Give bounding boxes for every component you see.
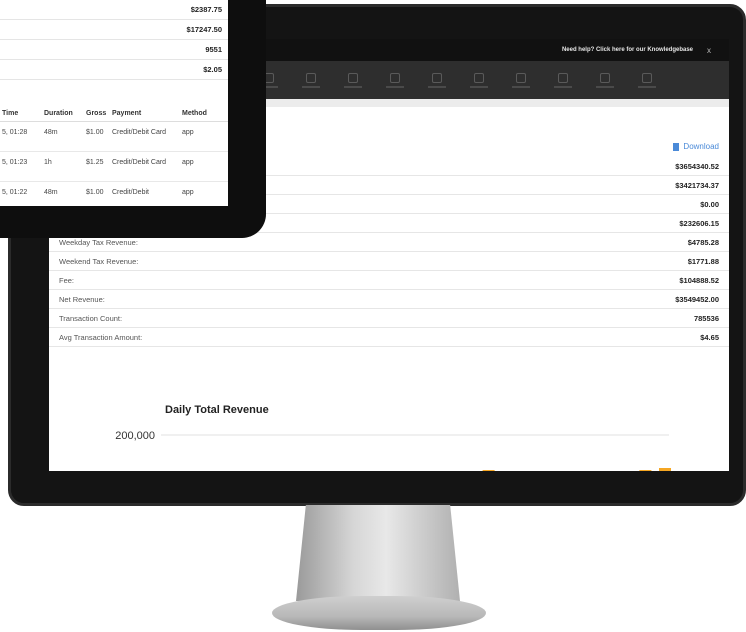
table-cell: Credit/Debit Card <box>112 129 167 136</box>
table-cell: Credit/Debit Card <box>112 159 167 166</box>
table-cell: $1.00 <box>86 129 104 136</box>
y-tick-label: 200,000 <box>115 430 155 442</box>
summary-value: $3421734.37 <box>675 180 719 190</box>
summary-row: Weekend Tax Revenue: $1771.88 <box>49 252 729 271</box>
table-cell: app <box>182 159 194 166</box>
tablet-summary-values: $2387.75 $17247.50 9551 $2.05 <box>0 0 228 80</box>
summary-label: Weekday Tax Revenue: <box>59 237 138 247</box>
toolbar-button-10[interactable] <box>637 68 657 92</box>
summary-value: $3654340.52 <box>675 161 719 171</box>
tablet-device: $2387.75 $17247.50 9551 $2.05 Time Duration G… <box>0 0 266 238</box>
summary-row: Net Revenue: $3549452.00 <box>49 290 729 309</box>
toolbar-icon <box>642 72 652 83</box>
toolbar-button-5[interactable] <box>427 68 447 92</box>
toolbar-icon <box>516 72 526 83</box>
summary-value: $4.65 <box>700 332 719 342</box>
chart-title: Daily Total Revenue <box>165 404 269 416</box>
table-cell: app <box>182 189 194 196</box>
table-cell: $1.00 <box>86 189 104 196</box>
monitor-stand-neck <box>296 505 460 601</box>
column-header[interactable]: Duration <box>44 109 86 118</box>
transactions-table: 5, 01:28 48m $1.00 Credit/Debit Card app 5, 0… <box>0 122 228 206</box>
summary-value: $0.00 <box>700 199 719 209</box>
summary-label: Transaction Count: <box>59 313 123 323</box>
summary-row: Avg Transaction Amount: $4.65 <box>49 328 729 347</box>
table-cell: app <box>182 129 194 136</box>
toolbar-icon <box>474 72 484 83</box>
toolbar-button-7[interactable] <box>511 68 531 92</box>
toolbar-icon <box>306 72 316 83</box>
chart-svg: Daily Total Revenue200,000150,000 <box>115 404 671 471</box>
summary-value: 785536 <box>693 313 719 323</box>
chart-bar[interactable] <box>639 470 652 471</box>
table-row[interactable]: 5, 01:22 48m $1.00 Credit/Debit app <box>0 182 228 206</box>
summary-value: $232606.15 <box>679 218 719 228</box>
table-cell: 5, 01:28 <box>2 129 28 136</box>
table-row[interactable]: 5, 01:23 1h $1.25 Credit/Debit Card app <box>0 152 228 182</box>
download-link[interactable]: Download <box>673 142 719 151</box>
toolbar-icon <box>432 72 442 83</box>
column-header[interactable]: Method <box>182 109 222 118</box>
toolbar-button-9[interactable] <box>595 68 615 92</box>
summary-row: Fee: $104888.52 <box>49 271 729 290</box>
table-cell: $1.25 <box>86 159 104 166</box>
toolbar-button-2[interactable] <box>301 68 321 92</box>
tablet-value-row: $17247.50 <box>0 20 228 40</box>
table-cell: 5, 01:22 <box>2 189 28 196</box>
toolbar-icon <box>348 72 358 83</box>
column-header[interactable]: Payment <box>112 109 182 118</box>
summary-value: $1771.88 <box>687 256 719 266</box>
table-cell: Credit/Debit <box>112 189 149 196</box>
tablet-screen: $2387.75 $17247.50 9551 $2.05 Time Duration G… <box>0 0 228 206</box>
transactions-header: Time Duration Gross Payment Method <box>0 106 228 122</box>
toolbar-button-3[interactable] <box>343 68 363 92</box>
summary-label: Avg Transaction Amount: <box>59 332 143 342</box>
chart-bar[interactable] <box>659 468 671 471</box>
toolbar-button-4[interactable] <box>385 68 405 92</box>
summary-label: Weekend Tax Revenue: <box>59 256 139 266</box>
summary-value: $3549452.00 <box>675 294 719 304</box>
tablet-value-row: $2387.75 <box>0 0 228 20</box>
summary-value: $4785.28 <box>687 237 719 247</box>
chart-bar[interactable] <box>482 470 495 471</box>
summary-row: Transaction Count: 785536 <box>49 309 729 328</box>
toolbar-button-6[interactable] <box>469 68 489 92</box>
table-row[interactable]: 5, 01:28 48m $1.00 Credit/Debit Card app <box>0 122 228 152</box>
daily-revenue-chart: Daily Total Revenue200,000150,000 <box>49 361 729 471</box>
monitor-stand-base <box>272 596 486 630</box>
download-label: Download <box>683 142 719 151</box>
toolbar-icon <box>600 72 610 83</box>
file-icon <box>673 142 680 151</box>
tablet-value-row: $2.05 <box>0 60 228 80</box>
column-header[interactable]: Gross <box>86 109 112 118</box>
summary-value: $104888.52 <box>679 275 719 285</box>
toolbar-icon <box>558 72 568 83</box>
table-cell: 5, 01:23 <box>2 159 28 166</box>
summary-label: Net Revenue: <box>59 294 105 304</box>
table-cell: 48m <box>44 129 58 136</box>
tablet-value-row: 9551 <box>0 40 228 60</box>
column-header[interactable]: Time <box>2 109 44 118</box>
summary-label: Fee: <box>59 275 75 285</box>
toolbar-button-8[interactable] <box>553 68 573 92</box>
knowledgebase-link[interactable]: Need help? Click here for our Knowledgeb… <box>562 47 693 53</box>
toolbar-icon <box>390 72 400 83</box>
table-cell: 1h <box>44 159 52 166</box>
table-cell: 48m <box>44 189 58 196</box>
close-icon[interactable]: x <box>707 46 711 55</box>
